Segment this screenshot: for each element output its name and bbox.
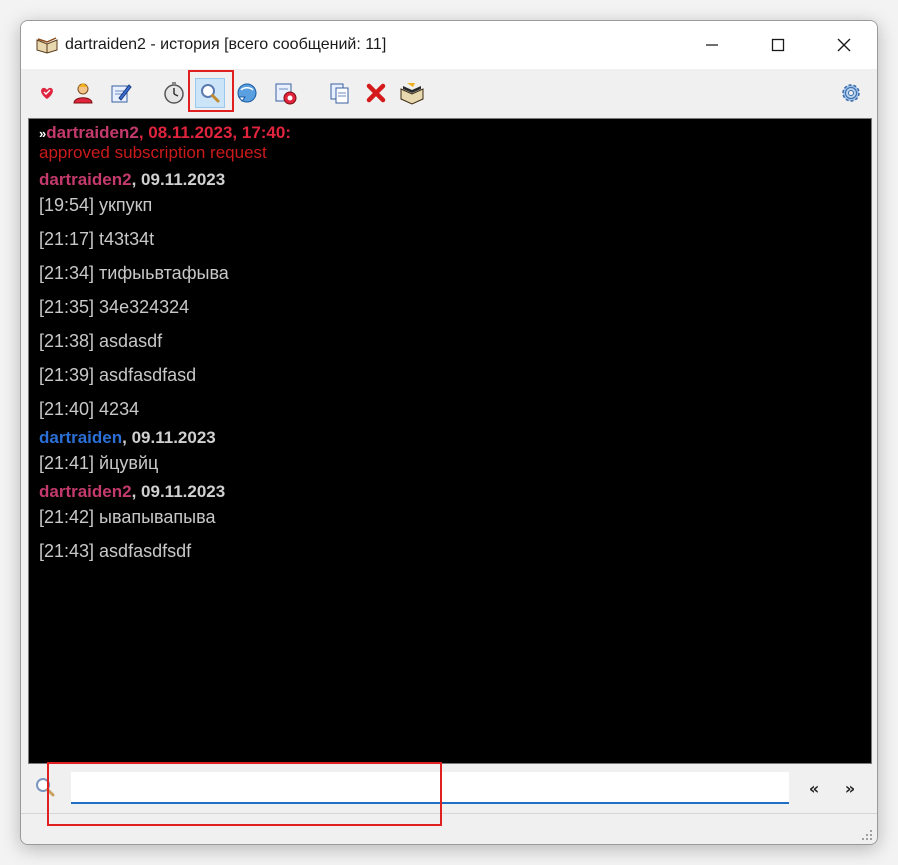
title-bar[interactable]: dartraiden2 - история [всего сообщений: … [21, 21, 877, 69]
delete-button[interactable] [361, 78, 391, 108]
user-menu-icon [73, 83, 93, 104]
magnifier-icon [36, 778, 55, 797]
message-line: [21:39] asdfasdfasd [39, 365, 197, 385]
history-book-button[interactable] [397, 78, 427, 108]
copy-button[interactable] [324, 78, 354, 108]
group-date: , 09.11.2023 [131, 170, 226, 189]
close-button[interactable] [811, 21, 877, 69]
timestamp-button[interactable] [159, 78, 189, 108]
search-prev-button[interactable]: « [803, 777, 825, 799]
delete-history-icon [275, 83, 297, 105]
search-field-icon [33, 775, 57, 799]
message-line: [21:35] 34e324324 [39, 297, 190, 317]
toolbar [21, 69, 877, 117]
group-nick: dartraiden [39, 428, 123, 447]
message-line: [21:43] asdfasdfsdf [39, 541, 192, 561]
user-menu-button[interactable] [68, 78, 98, 108]
user-details-icon [41, 87, 53, 99]
timestamp-icon [164, 82, 184, 104]
search-next-button[interactable]: » [839, 777, 861, 799]
maximize-button[interactable] [745, 21, 811, 69]
message-line: [21:40] 4234 [39, 399, 140, 419]
event-datetime: , 08.11.2023, 17:40: [138, 123, 292, 142]
window-title: dartraiden2 - история [всего сообщений: … [65, 36, 387, 53]
group-header: dartraiden2, 09.11.2023 [39, 482, 871, 502]
group-header: dartraiden2, 09.11.2023 [39, 170, 871, 190]
delete-icon [366, 83, 386, 103]
filter-icon [237, 83, 257, 103]
event-header: »dartraiden2, 08.11.2023, 17:40: [39, 123, 871, 144]
group-header: dartraiden, 09.11.2023 [39, 428, 871, 448]
minimize-icon [706, 44, 718, 46]
message-line: [21:41] йцувйц [39, 453, 159, 473]
send-message-icon [111, 84, 132, 103]
close-icon [837, 38, 851, 52]
minimize-button[interactable] [679, 21, 745, 69]
search-input[interactable] [71, 772, 789, 804]
message-log[interactable]: »dartraiden2, 08.11.2023, 17:40: approve… [28, 118, 872, 764]
book-app-icon [35, 33, 59, 57]
search-icon [201, 84, 220, 103]
message-line: [21:34] тифыьвтафыва [39, 263, 229, 283]
group-nick: dartraiden2 [39, 482, 132, 501]
history-book-icon [400, 83, 424, 105]
message-group: dartraiden, 09.11.2023 [21:41] йцувйц [39, 428, 871, 474]
search-toggle-button[interactable] [195, 78, 225, 108]
message-line: [21:17] t43t34t [39, 229, 155, 249]
group-date: , 09.11.2023 [122, 428, 216, 447]
options-button[interactable] [836, 78, 866, 108]
options-gear-icon [842, 84, 860, 102]
message-group: dartraiden2, 09.11.2023 [19:54] укпукп [… [39, 170, 871, 420]
user-details-button[interactable] [32, 78, 62, 108]
message-group: dartraiden2, 09.11.2023 [21:42] ывапывап… [39, 482, 871, 562]
event-text: approved subscription request [39, 143, 267, 162]
group-date: , 09.11.2023 [131, 482, 226, 501]
message-line: [21:38] asdasdf [39, 331, 163, 351]
history-window: dartraiden2 - история [всего сообщений: … [20, 20, 878, 845]
resize-grip-icon[interactable] [861, 829, 873, 841]
maximize-icon [771, 38, 785, 52]
delete-history-button[interactable] [271, 78, 301, 108]
status-bar [21, 813, 877, 844]
filter-button[interactable] [232, 78, 262, 108]
search-bar: « » [21, 765, 877, 813]
event-nick: dartraiden2 [46, 123, 139, 142]
send-message-button[interactable] [106, 78, 136, 108]
message-line: [19:54] укпукп [39, 195, 153, 215]
group-nick: dartraiden2 [39, 170, 132, 189]
copy-icon [330, 83, 349, 104]
message-line: [21:42] ывапывапыва [39, 507, 216, 527]
